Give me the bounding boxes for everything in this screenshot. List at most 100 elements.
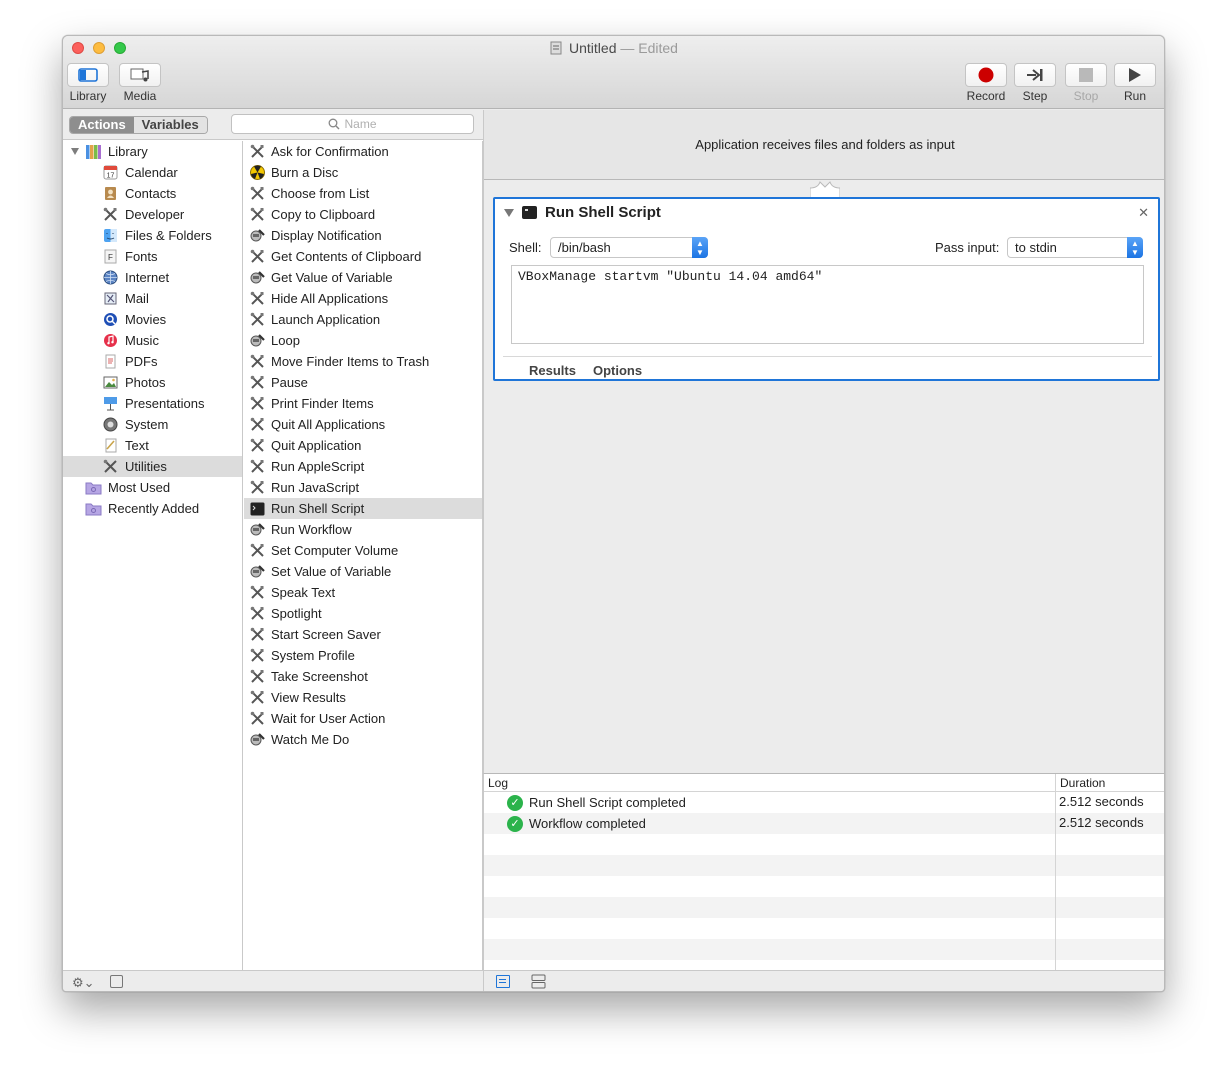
action-item-copy-to-clipboard[interactable]: Copy to Clipboard (244, 204, 482, 225)
remove-action-close-icon[interactable]: ✕ (1138, 205, 1149, 221)
action-item-run-shell-script-label: Run Shell Script (271, 501, 365, 516)
collapse-action-triangle-icon[interactable] (504, 209, 514, 217)
category-item-system-label: System (125, 417, 169, 432)
shell-popup[interactable]: /bin/bash ▲ ▼ (550, 237, 708, 258)
popup-arrows-icon: ▲ ▼ (692, 237, 708, 258)
show-variables-icon[interactable] (531, 974, 546, 989)
action-item-run-applescript[interactable]: Run AppleScript (244, 456, 482, 477)
pass-input-popup[interactable]: to stdin ▲ ▼ (1007, 237, 1143, 258)
tools-icon (250, 480, 265, 495)
action-item-watch-me-do-label: Watch Me Do (271, 732, 350, 747)
media-icon (119, 63, 161, 87)
pdf-icon (103, 354, 118, 369)
action-item-set-computer-volume[interactable]: Set Computer Volume (244, 540, 482, 561)
tools-icon (250, 585, 265, 600)
action-item-loop[interactable]: Loop (244, 330, 482, 351)
category-item-fonts[interactable]: F Fonts (63, 246, 242, 267)
tools-icon (250, 690, 265, 705)
workflow-input-banner: Application receives files and folders a… (484, 110, 1164, 180)
run-button[interactable]: Run (1114, 63, 1156, 103)
stop-button[interactable]: Stop (1065, 63, 1107, 103)
category-item-presentations[interactable]: Presentations (63, 393, 242, 414)
show-log-icon[interactable] (496, 975, 510, 988)
log-column-divider[interactable] (1055, 774, 1056, 971)
window-title-text: Untitled (569, 40, 617, 56)
options-tab[interactable]: Options (593, 363, 642, 378)
gear-menu-icon[interactable]: ⚙︎⌄ (72, 975, 95, 991)
category-item-files-folders[interactable]: Files & Folders (63, 225, 242, 246)
category-item-music[interactable]: Music (63, 330, 242, 351)
step-button[interactable]: Step (1014, 63, 1056, 103)
action-item-speak-text-label: Speak Text (271, 585, 336, 600)
workflow-pane: Application receives files and folders a… (483, 110, 1164, 774)
category-item-pdfs-label: PDFs (125, 354, 158, 369)
action-item-system-profile[interactable]: System Profile (244, 645, 482, 666)
category-item-contacts[interactable]: Contacts (63, 183, 242, 204)
log-entry[interactable]: ✓ Workflow completed 2.512 seconds (484, 813, 1164, 834)
action-item-take-screenshot[interactable]: Take Screenshot (244, 666, 482, 687)
shell-value: /bin/bash (558, 240, 611, 255)
category-list: Library 17 Calendar Contacts Developer Files … (63, 141, 243, 970)
search-input[interactable]: Name (231, 114, 474, 134)
action-item-display-notification[interactable]: Display Notification (244, 225, 482, 246)
category-item-library[interactable]: Library (63, 141, 242, 162)
action-item-pause[interactable]: Pause (244, 372, 482, 393)
script-editor[interactable]: VBoxManage startvm "Ubuntu 14.04 amd64" (511, 265, 1144, 344)
run-shell-script-action[interactable]: Run Shell Script ✕ Shell: /bin/bash ▲ ▼ P… (493, 197, 1160, 381)
action-item-ask-for-confirmation[interactable]: Ask for Confirmation (244, 141, 482, 162)
category-item-movies[interactable]: Movies (63, 309, 242, 330)
fonts-icon: F (103, 249, 118, 264)
action-item-choose-from-list[interactable]: Choose from List (244, 183, 482, 204)
disclosure-triangle-icon[interactable] (71, 148, 79, 155)
action-item-wait-for-user-action[interactable]: Wait for User Action (244, 708, 482, 729)
step-label: Step (1022, 89, 1048, 103)
action-item-view-results[interactable]: View Results (244, 687, 482, 708)
tools-icon (250, 312, 265, 327)
category-item-system[interactable]: System (63, 414, 242, 435)
action-item-run-workflow[interactable]: Run Workflow (244, 519, 482, 540)
action-item-run-shell-script[interactable]: Run Shell Script (244, 498, 482, 519)
category-item-photos[interactable]: Photos (63, 372, 242, 393)
duration-column-header[interactable]: Duration (1060, 776, 1105, 790)
variables-segment[interactable]: Variables (133, 117, 207, 133)
category-item-internet[interactable]: Internet (63, 267, 242, 288)
action-item-burn-a-disc[interactable]: Burn a Disc (244, 162, 482, 183)
category-item-mail[interactable]: Mail (63, 288, 242, 309)
actions-segment[interactable]: Actions (70, 117, 134, 133)
action-item-run-javascript[interactable]: Run JavaScript (244, 477, 482, 498)
category-item-text[interactable]: Text (63, 435, 242, 456)
utilities-icon (103, 459, 118, 474)
action-item-quit-all-applications[interactable]: Quit All Applications (244, 414, 482, 435)
collapse-description-button[interactable] (110, 975, 123, 988)
category-item-calendar[interactable]: 17 Calendar (63, 162, 242, 183)
category-item-developer[interactable]: Developer (63, 204, 242, 225)
action-item-quit-application[interactable]: Quit Application (244, 435, 482, 456)
action-item-set-value-of-variable[interactable]: Set Value of Variable (244, 561, 482, 582)
action-item-get-contents-of-clipboard[interactable]: Get Contents of Clipboard (244, 246, 482, 267)
action-item-launch-application[interactable]: Launch Application (244, 309, 482, 330)
action-item-start-screen-saver[interactable]: Start Screen Saver (244, 624, 482, 645)
action-item-speak-text[interactable]: Speak Text (244, 582, 482, 603)
action-item-get-value-of-variable[interactable]: Get Value of Variable (244, 267, 482, 288)
category-item-pdfs[interactable]: PDFs (63, 351, 242, 372)
action-item-print-finder-items[interactable]: Print Finder Items (244, 393, 482, 414)
record-label: Record (966, 89, 1006, 103)
action-item-hide-all-applications[interactable]: Hide All Applications (244, 288, 482, 309)
category-item-utilities[interactable]: Utilities (63, 456, 242, 477)
category-item-most-used[interactable]: Most Used (63, 477, 242, 498)
action-item-move-finder-items-to-trash[interactable]: Move Finder Items to Trash (244, 351, 482, 372)
category-item-movies-label: Movies (125, 312, 167, 327)
record-button[interactable]: Record (965, 63, 1007, 103)
action-item-run-applescript-label: Run AppleScript (271, 459, 365, 474)
results-tab[interactable]: Results (529, 363, 576, 378)
media-toolbar-button[interactable]: Media (119, 63, 161, 103)
library-toolbar-button[interactable]: Library (67, 63, 109, 103)
action-item-watch-me-do[interactable]: Watch Me Do (244, 729, 482, 750)
log-entry[interactable]: ✓ Run Shell Script completed 2.512 seconds (484, 792, 1164, 813)
log-column-header[interactable]: Log (488, 776, 508, 790)
log-empty-row (484, 918, 1164, 939)
run-icon (1114, 63, 1156, 87)
category-item-recently-added[interactable]: Recently Added (63, 498, 242, 519)
automator-doc-icon (550, 41, 562, 55)
action-item-spotlight[interactable]: Spotlight (244, 603, 482, 624)
